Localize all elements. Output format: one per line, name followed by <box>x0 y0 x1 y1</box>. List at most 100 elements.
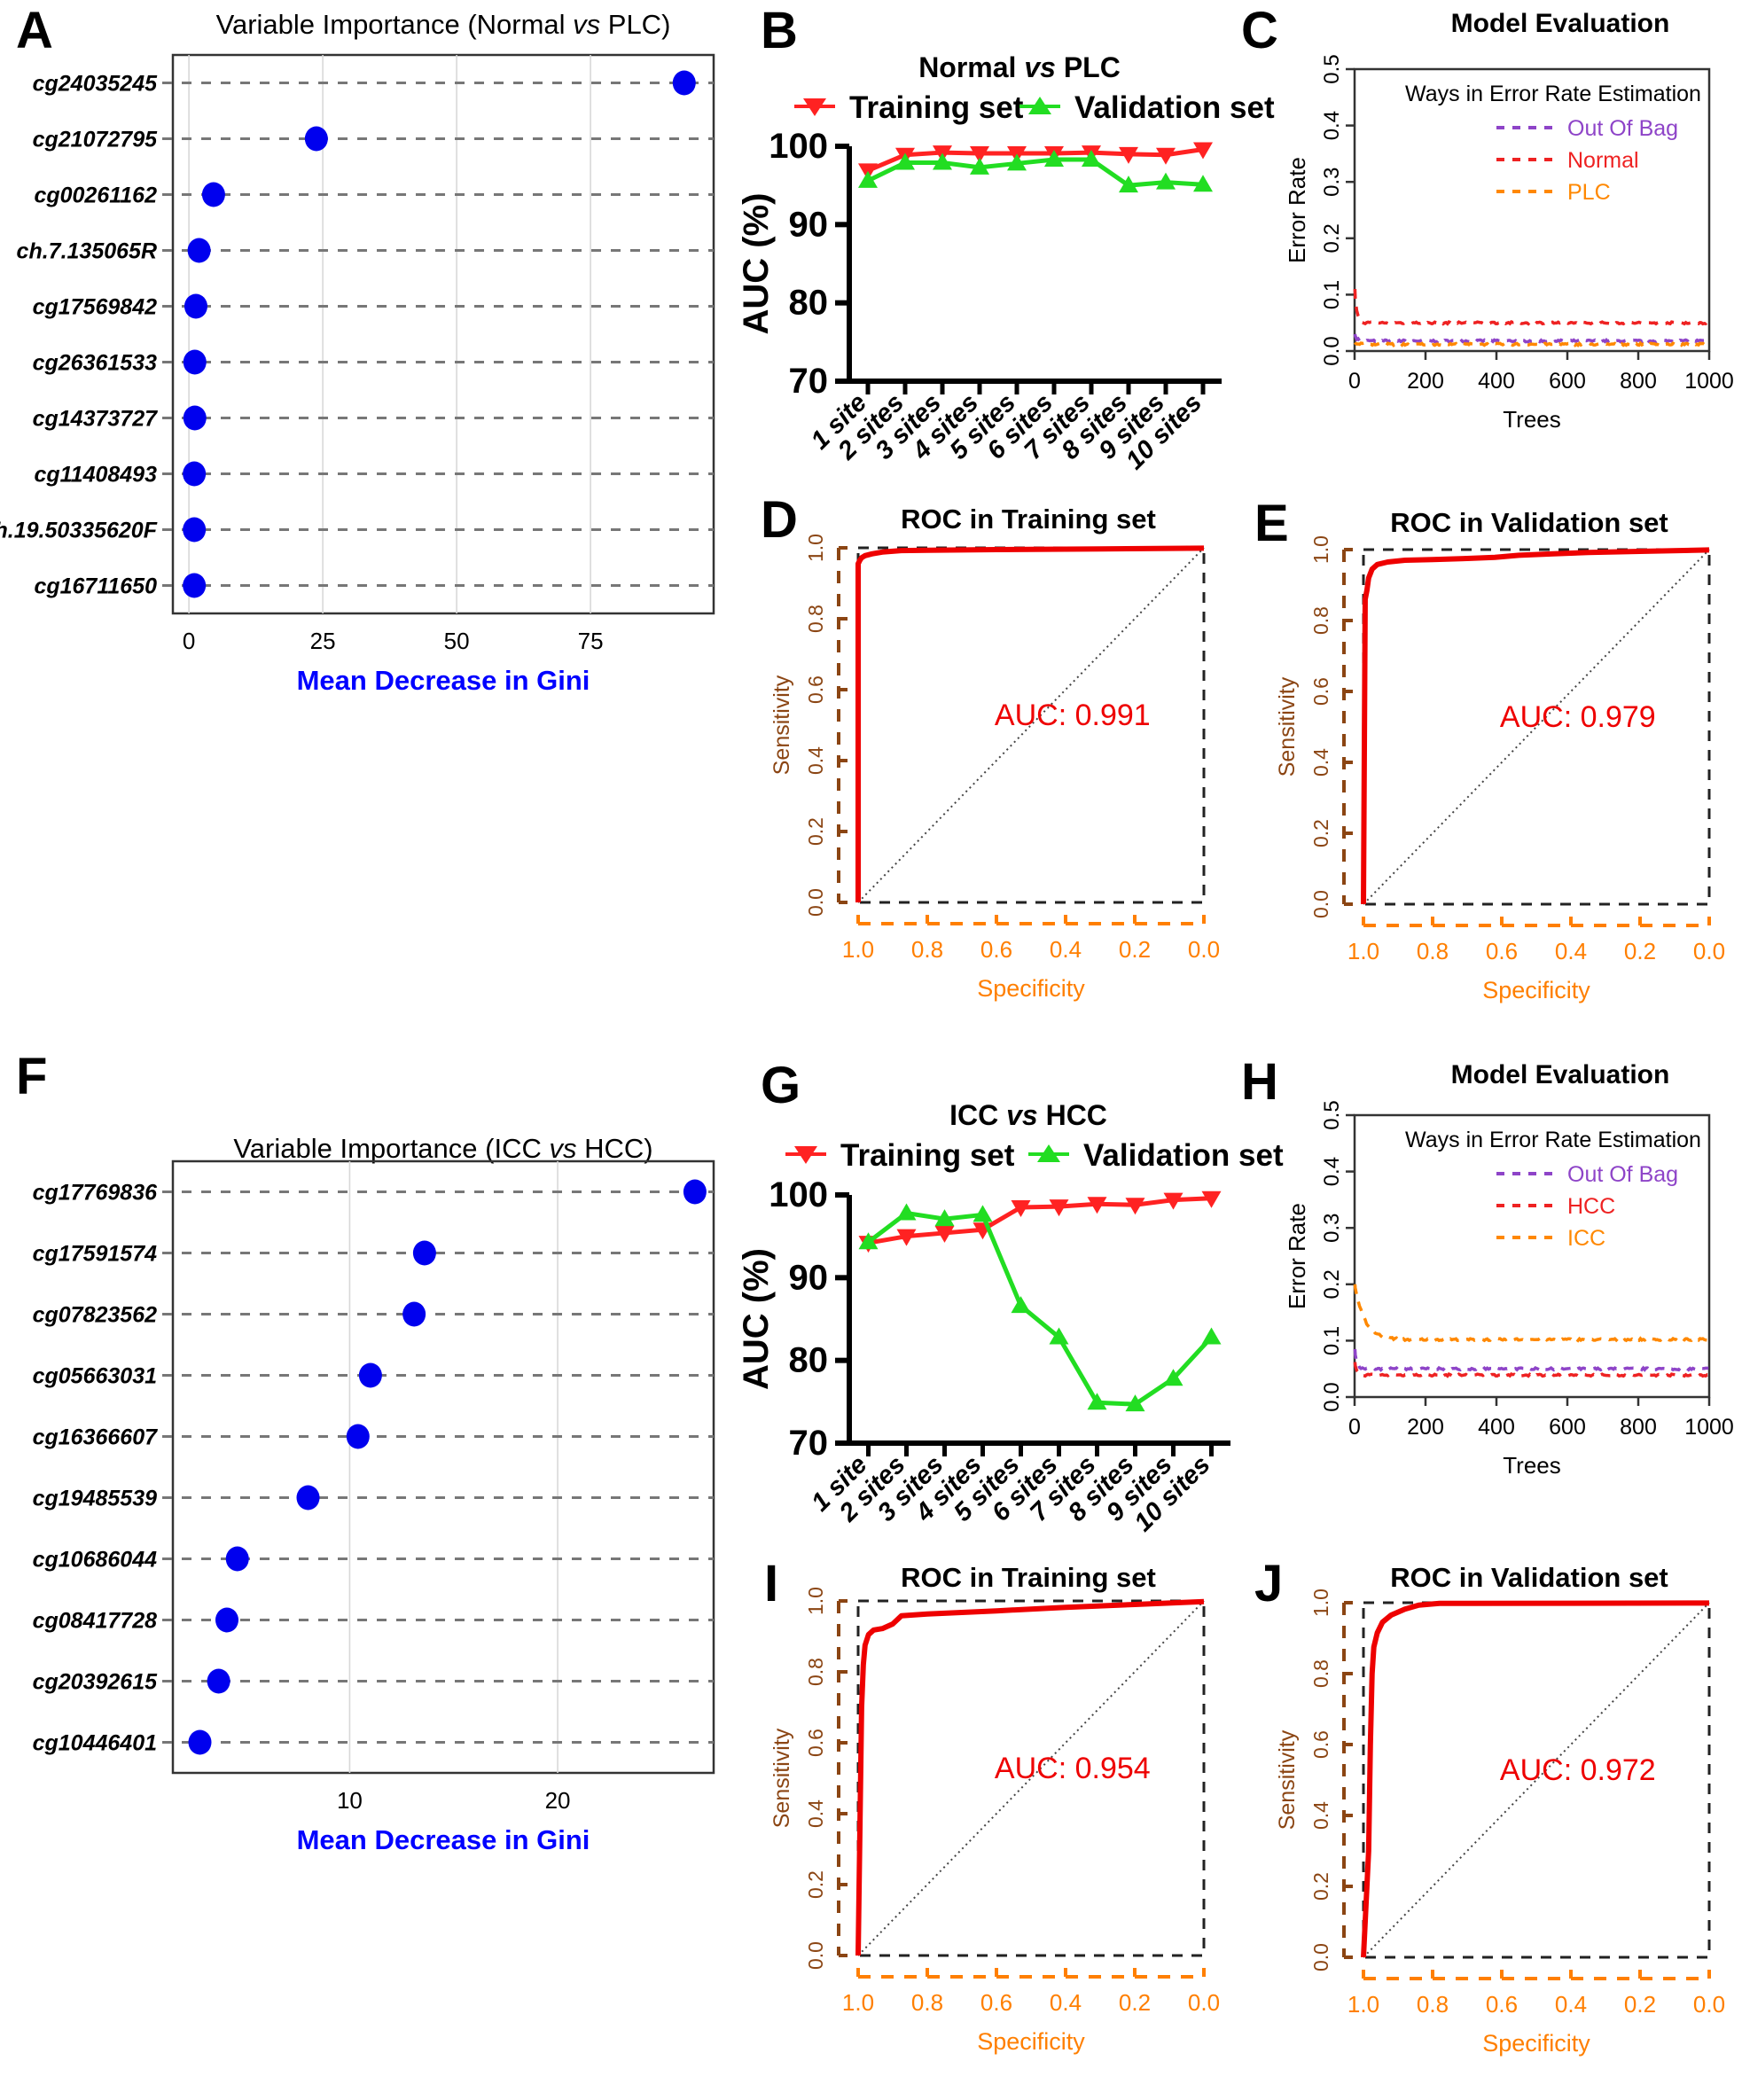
legend-label: Training set <box>849 90 1024 125</box>
dotchart-category-label: cg05663031 <box>33 1364 157 1389</box>
dotchart-point <box>402 1301 426 1327</box>
y-axis-title: Sensitivity <box>1275 1729 1300 1830</box>
x-tick-label: 1000 <box>1684 369 1734 394</box>
x-tick-label: 0.6 <box>980 1989 1012 2016</box>
x-tick-label: 400 <box>1478 369 1515 394</box>
x-tick-label: 0.2 <box>1624 938 1656 964</box>
dotchart-category-label: cg17769836 <box>33 1181 159 1206</box>
error-rate-curve <box>1353 340 1709 347</box>
x-tick-label: 0.0 <box>1693 1991 1725 2018</box>
y-tick-label: 0.2 <box>804 1870 827 1899</box>
y-tick-label: 90 <box>789 205 829 244</box>
x-axis-title: Specificity <box>1482 2030 1590 2057</box>
y-tick-label: 0.2 <box>1320 223 1344 253</box>
dotchart-point <box>225 1546 249 1572</box>
y-tick-label: 0.1 <box>1320 280 1344 309</box>
dotchart-category-label: cg10686044 <box>33 1548 158 1573</box>
legend: Training set Validation set <box>794 90 1275 125</box>
y-tick-label: 1.0 <box>1309 1589 1332 1617</box>
y-tick-label: 0.2 <box>804 817 827 846</box>
y-tick-label: 0.4 <box>1320 111 1344 140</box>
x-tick-label: 400 <box>1478 1415 1515 1440</box>
y-tick-label: 90 <box>789 1258 829 1297</box>
error-rate-curve <box>1353 1348 1709 1372</box>
dotchart-point <box>187 238 211 263</box>
dotchart-category-label: ch.19.50335620F <box>0 519 158 543</box>
y-axis-title: AUC (%) <box>737 193 776 335</box>
x-axis-title: Specificity <box>1482 977 1590 1003</box>
x-axis-title: Mean Decrease in Gini <box>297 665 590 696</box>
y-axis-title: AUC (%) <box>737 1248 776 1390</box>
legend-label: HCC <box>1567 1194 1615 1219</box>
x-tick-label: 0.4 <box>1555 1991 1587 2018</box>
x-tick-label: 0.8 <box>911 1989 943 2016</box>
dotchart-point <box>183 573 207 598</box>
panel-f-plot: cg17769836 cg17591574 cg07823562 cg05663031… <box>33 1159 715 1855</box>
x-tick-label: 1.0 <box>842 1989 874 2016</box>
dotchart-point <box>183 461 207 487</box>
y-tick-label: 70 <box>789 362 829 401</box>
x-tick-label: 1000 <box>1684 1415 1734 1440</box>
x-tick-label: 1.0 <box>842 936 874 963</box>
x-tick-label: 75 <box>578 628 604 654</box>
x-tick-label: 25 <box>310 628 336 654</box>
dotchart-category-label: cg19485539 <box>33 1487 158 1511</box>
y-tick-label: 0.0 <box>1309 890 1332 918</box>
dotchart-category-label: cg17569842 <box>33 295 158 320</box>
y-tick-label: 100 <box>769 1175 828 1214</box>
x-tick-label: 0 <box>1348 369 1361 394</box>
panel-a: cg24035245 cg21072795 cg00261162 ch.7.13506… <box>0 0 762 1046</box>
legend-title: Ways in Error Rate Estimation <box>1405 1128 1701 1152</box>
x-axis-title: Specificity <box>977 975 1085 1002</box>
panel-c: 0.0 0.1 0.2 0.3 0.4 0.5 0 200 400 600 800 1000 Trees… <box>1223 0 1742 496</box>
y-tick-label: 0.0 <box>804 888 827 917</box>
dotchart-category-label: cg21072795 <box>33 128 159 152</box>
y-tick-label: 100 <box>769 127 828 166</box>
panel-g-plot: Training set Validation set7080901001 sit… <box>737 1138 1284 1537</box>
y-tick-label: 0.2 <box>1320 1269 1344 1299</box>
x-tick-label: 0.2 <box>1119 936 1151 963</box>
series-line <box>866 157 1204 188</box>
auc-label: AUC: 0.972 <box>1500 1753 1656 1787</box>
x-tick-label: 0.6 <box>980 936 1012 963</box>
legend-label: PLC <box>1567 180 1611 205</box>
y-tick-label: 0.0 <box>1320 1382 1344 1411</box>
x-tick-label: 10 <box>337 1787 363 1814</box>
dotchart-category-label: cg07823562 <box>33 1303 158 1328</box>
x-axis-title: Specificity <box>977 2028 1085 2055</box>
legend-label: ICC <box>1567 1226 1605 1251</box>
dotchart-category-label: cg00261162 <box>34 183 157 208</box>
x-tick-label: 0 <box>183 628 195 654</box>
panel-f: cg17769836 cg17591574 cg07823562 cg05663031… <box>0 1046 762 2100</box>
x-tick-label: 0.2 <box>1624 1991 1656 2018</box>
x-tick-label: 0.8 <box>911 936 943 963</box>
dotchart-point <box>188 1729 212 1755</box>
series-marker <box>1011 1296 1031 1314</box>
dotchart-category-label: cg20392615 <box>33 1670 159 1695</box>
y-axis-title: Error Rate <box>1284 1203 1310 1309</box>
error-rate-curve <box>1353 288 1709 326</box>
dotchart-category-label: ch.7.135065R <box>17 239 157 264</box>
auc-label: AUC: 0.991 <box>995 699 1151 732</box>
panel-b: Training set Validation set 70 80 90 100 1 sit… <box>737 0 1275 496</box>
x-tick-label: 0.0 <box>1188 936 1220 963</box>
y-tick-label: 0.8 <box>804 1658 827 1686</box>
y-tick-label: 0.6 <box>804 1729 827 1757</box>
panel-d: 0.0 0.2 0.4 0.6 0.8 1.0 Sensitivity 1.0 0.8 0.6 0.… <box>745 488 1259 1046</box>
panel-h: 0.0 0.1 0.2 0.3 0.4 0.5 0 200 400 600 800 1000 Trees… <box>1223 1046 1742 1542</box>
panel-d-plot: 0.0 0.2 0.4 0.6 0.8 1.0 Sensitivity 1.0 0.8 0.6 0.… <box>769 534 1220 1002</box>
dotchart-point <box>207 1668 230 1694</box>
x-tick-label: 0.4 <box>1555 938 1587 964</box>
y-axis-title: Sensitivity <box>769 1728 794 1828</box>
y-tick-label: 0.4 <box>804 746 827 775</box>
dotchart-category-label: cg16366607 <box>33 1425 159 1450</box>
error-rate-curve <box>1353 333 1709 345</box>
y-tick-label: 1.0 <box>804 1587 827 1615</box>
dotchart-category-label: cg14373727 <box>33 407 159 432</box>
y-tick-label: 0.8 <box>1309 606 1332 635</box>
x-tick-label: 0.0 <box>1188 1989 1220 2016</box>
legend: Training set Validation set <box>785 1138 1284 1173</box>
y-tick-label: 0.3 <box>1320 168 1344 197</box>
x-tick-label: 0.8 <box>1417 1991 1449 2018</box>
x-tick-label: 0.0 <box>1693 938 1725 964</box>
